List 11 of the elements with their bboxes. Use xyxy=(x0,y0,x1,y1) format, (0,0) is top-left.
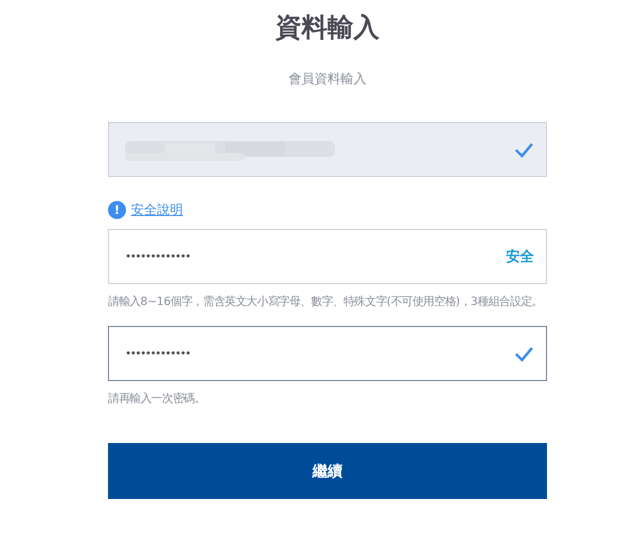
hint-text: 請再輸入一次密碼。 xyxy=(108,391,206,407)
password-field[interactable]: ••••••••••••• xyxy=(108,326,547,381)
info-icon: ! xyxy=(108,201,126,219)
continue-button[interactable]: 繼續 xyxy=(108,443,547,499)
password-field[interactable]: ••••••••••••• 安全 xyxy=(108,229,547,284)
page-title: 資料輸入 xyxy=(274,12,380,45)
strength-label: 安全 xyxy=(506,248,534,266)
check-icon xyxy=(514,142,534,158)
check-icon xyxy=(514,346,534,362)
page-subtitle: 會員資料輸入 xyxy=(288,72,368,88)
hint-text: 請輸入8~16個字，需含英文大小寫字母、數字、特殊文字(不可使用空格)，3種組合設定。 xyxy=(108,294,544,310)
